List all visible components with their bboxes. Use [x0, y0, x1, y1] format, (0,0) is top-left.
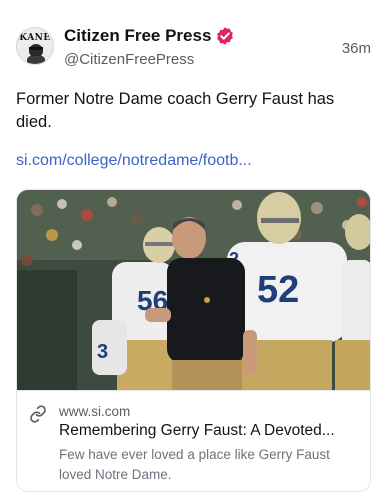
post: KANE Citizen Free Press @CitizenFreePres… — [0, 0, 387, 500]
post-text: Former Notre Dame coach Gerry Faust has … — [16, 90, 335, 131]
link-preview-card[interactable]: 56 3 52 2 — [16, 189, 371, 492]
link-icon — [30, 405, 46, 423]
post-link[interactable]: si.com/college/notredame/footb... — [16, 152, 252, 170]
card-meta[interactable]: www.si.com Remembering Gerry Faust: A De… — [17, 390, 370, 491]
author-name[interactable]: Citizen Free Press — [64, 26, 211, 46]
author-handle[interactable]: @CitizenFreePress — [64, 51, 194, 68]
avatar[interactable]: KANE — [16, 27, 54, 65]
avatar-wordmark: KANE — [19, 33, 51, 43]
card-domain: www.si.com — [59, 404, 131, 419]
card-description: Few have ever loved a place like Gerry F… — [59, 447, 330, 482]
verified-badge-icon — [217, 27, 233, 45]
card-title[interactable]: Remembering Gerry Faust: A Devoted... — [59, 422, 364, 440]
jersey-number-3: 3 — [97, 341, 108, 363]
jersey-number-52: 52 — [257, 269, 299, 311]
card-image[interactable]: 56 3 52 2 — [17, 190, 371, 390]
post-timestamp[interactable]: 36m — [342, 40, 371, 57]
